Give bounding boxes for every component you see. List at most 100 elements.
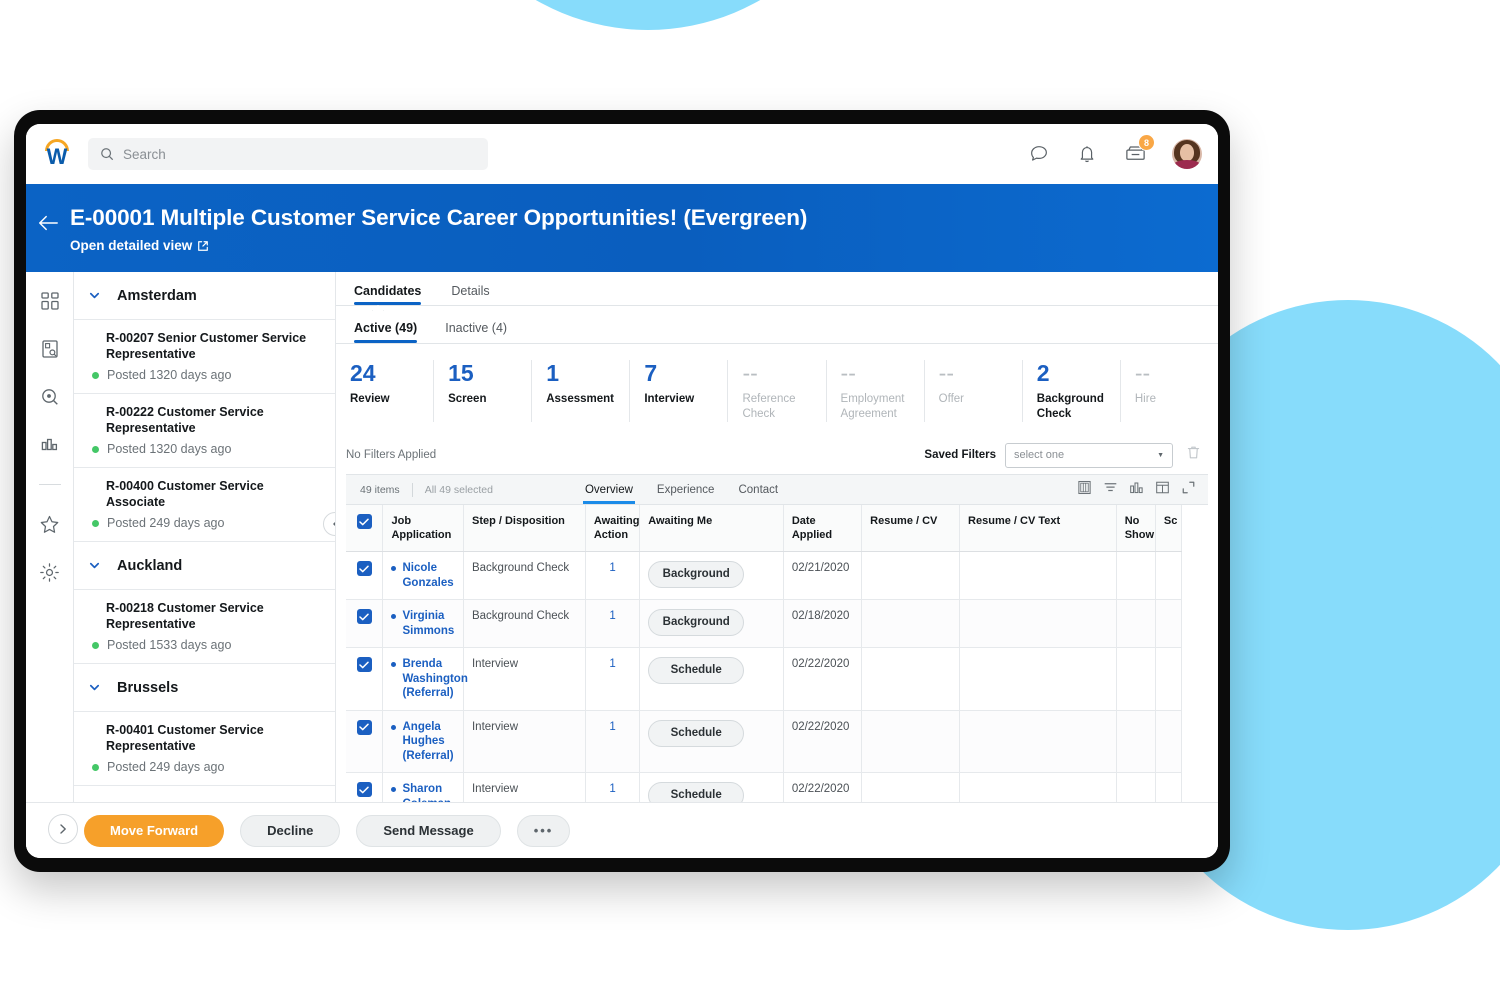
- awaiting-action-cell[interactable]: 1: [585, 599, 641, 648]
- row-checkbox[interactable]: [356, 561, 372, 576]
- subtab-inactive-4-[interactable]: Inactive (4): [445, 321, 507, 343]
- step-cell: Background Check: [463, 599, 586, 648]
- table-body: Nicole Gonzales Background Check 1 Backgrou…: [346, 551, 1183, 821]
- column-header[interactable]: Job Application: [382, 505, 464, 552]
- settings-gear-icon[interactable]: [39, 561, 61, 583]
- search-input[interactable]: Search: [88, 138, 488, 170]
- column-header[interactable]: No Show: [1116, 505, 1156, 552]
- requisition-item[interactable]: R-00218 Customer Service Representative P…: [74, 590, 335, 664]
- requisition-item[interactable]: R-00222 Customer Service Representative P…: [74, 394, 335, 468]
- stage-employment-agreement[interactable]: -- Employment Agreement: [827, 360, 925, 422]
- layout-icon[interactable]: [1155, 480, 1170, 500]
- action-pill-button[interactable]: Schedule: [648, 657, 745, 684]
- view-tab-contact[interactable]: Contact: [738, 475, 778, 504]
- move-forward-button[interactable]: Move Forward: [84, 814, 225, 847]
- analytics-bar-icon[interactable]: [39, 434, 61, 456]
- reports-icon[interactable]: [39, 338, 61, 360]
- requisition-item[interactable]: R-00401 Customer Service Representative P…: [74, 712, 335, 786]
- bell-icon[interactable]: [1076, 143, 1098, 165]
- send-message-button[interactable]: Send Message: [356, 814, 501, 847]
- stage-hire[interactable]: -- Hire: [1121, 360, 1218, 422]
- row-select-cell[interactable]: [346, 551, 384, 600]
- candidate-name-cell[interactable]: Brenda Washington (Referral): [382, 647, 468, 711]
- action-bar: Move Forward Decline Send Message •••: [26, 802, 1218, 858]
- column-header[interactable]: Resume / CV: [861, 505, 961, 552]
- action-pill-button[interactable]: Schedule: [648, 719, 745, 747]
- column-header[interactable]: Date Applied: [783, 505, 863, 552]
- row-checkbox[interactable]: [356, 609, 372, 624]
- avatar[interactable]: [1172, 139, 1202, 169]
- stage-background-check[interactable]: 2 Background Check: [1023, 360, 1121, 422]
- filter-icon[interactable]: [1103, 480, 1118, 500]
- workday-logo[interactable]: W: [40, 137, 74, 171]
- awaiting-action-cell[interactable]: 1: [585, 710, 641, 773]
- city-group-header[interactable]: Amsterdam: [74, 272, 335, 320]
- awaiting-action-cell[interactable]: 1: [585, 647, 641, 711]
- subtab-active-49-[interactable]: Active (49): [354, 321, 418, 343]
- select-all-checkbox[interactable]: [356, 514, 372, 529]
- stage-review[interactable]: 24 Review: [336, 360, 435, 422]
- table-row[interactable]: Angela Hughes (Referral) Interview 1 Schedu…: [346, 710, 1183, 773]
- row-checkbox[interactable]: [356, 782, 372, 797]
- city-group-header[interactable]: Auckland: [74, 542, 335, 590]
- city-group-header[interactable]: Brussels: [74, 664, 335, 712]
- trash-icon[interactable]: [1185, 444, 1202, 466]
- requisition-item[interactable]: R-00207 Senior Customer Service Represen…: [74, 320, 335, 394]
- column-header[interactable]: Resume / CV Text: [959, 505, 1117, 552]
- back-button[interactable]: [26, 204, 70, 232]
- candidate-name-cell[interactable]: Nicole Gonzales: [382, 551, 464, 600]
- requisition-list[interactable]: Amsterdam R-00207 Senior Customer Service…: [74, 272, 336, 858]
- candidate-name-cell[interactable]: Angela Hughes (Referral): [382, 710, 464, 773]
- status-dot-active: [92, 519, 99, 527]
- candidate-name[interactable]: Nicole Gonzales: [402, 561, 455, 590]
- city-name: Auckland: [117, 557, 183, 574]
- action-pill-button[interactable]: Background: [648, 609, 745, 636]
- row-select-cell[interactable]: [346, 599, 384, 648]
- row-checkbox[interactable]: [356, 719, 372, 735]
- stage-reference-check[interactable]: -- Reference Check: [728, 360, 827, 422]
- candidate-name[interactable]: Brenda Washington (Referral): [402, 657, 467, 701]
- expand-icon[interactable]: [1181, 480, 1196, 500]
- chat-icon[interactable]: [1028, 143, 1050, 165]
- column-header[interactable]: Awaiting Action: [585, 505, 641, 552]
- saved-filters-select[interactable]: select one ▼: [1005, 442, 1173, 468]
- stage-offer[interactable]: -- Offer: [925, 360, 1023, 422]
- decline-button[interactable]: Decline: [240, 814, 341, 847]
- requisition-item[interactable]: R-00400 Customer Service Associate Posted…: [74, 468, 335, 542]
- favorites-star-icon[interactable]: [39, 513, 61, 535]
- view-tab-experience[interactable]: Experience: [657, 475, 715, 504]
- table-row[interactable]: Brenda Washington (Referral) Interview 1 Sc…: [346, 647, 1183, 711]
- column-header[interactable]: Awaiting Me: [639, 505, 784, 552]
- row-select-cell[interactable]: [346, 710, 384, 773]
- open-detailed-view-link[interactable]: Open detailed view: [70, 238, 807, 253]
- row-select-cell[interactable]: [346, 647, 384, 711]
- select-all-header[interactable]: [346, 505, 384, 552]
- row-checkbox[interactable]: [356, 657, 372, 672]
- column-header[interactable]: Step / Disposition: [463, 505, 586, 552]
- stage-interview[interactable]: 7 Interview: [630, 360, 729, 422]
- view-tab-overview[interactable]: Overview: [582, 475, 635, 504]
- table-row[interactable]: Virginia Simmons Background Check 1 Backgro…: [346, 599, 1183, 648]
- tab-candidates[interactable]: Candidates: [354, 284, 422, 305]
- grid-view-icon[interactable]: [1077, 480, 1092, 500]
- table-row[interactable]: Nicole Gonzales Background Check 1 Backgrou…: [346, 551, 1183, 600]
- no-show-cell: [1116, 710, 1156, 773]
- column-header[interactable]: Sc: [1155, 505, 1183, 552]
- stage-assessment[interactable]: 1 Assessment: [532, 360, 631, 422]
- requisition-posted: Posted 1533 days ago: [92, 638, 321, 652]
- candidate-name[interactable]: Virginia Simmons: [402, 609, 455, 638]
- action-pill-button[interactable]: Background: [648, 561, 745, 588]
- table-header-row: Job Application Step / Disposition Awaitin…: [346, 505, 1183, 552]
- candidate-name-cell[interactable]: Virginia Simmons: [382, 599, 464, 648]
- stage-screen[interactable]: 15 Screen: [434, 360, 533, 422]
- expand-rail-button[interactable]: [48, 814, 78, 844]
- chart-icon[interactable]: [1129, 480, 1144, 500]
- candidate-name[interactable]: Angela Hughes (Referral): [402, 720, 455, 764]
- apps-grid-icon[interactable]: [39, 290, 61, 312]
- awaiting-action-cell[interactable]: 1: [585, 551, 641, 600]
- more-actions-button[interactable]: •••: [516, 814, 571, 847]
- tab-details[interactable]: Details: [451, 284, 489, 305]
- search-discover-icon[interactable]: [39, 386, 61, 408]
- inbox-icon[interactable]: 8: [1124, 134, 1155, 165]
- main-content: Candidates Details Active (49) Inactive (4…: [336, 272, 1218, 858]
